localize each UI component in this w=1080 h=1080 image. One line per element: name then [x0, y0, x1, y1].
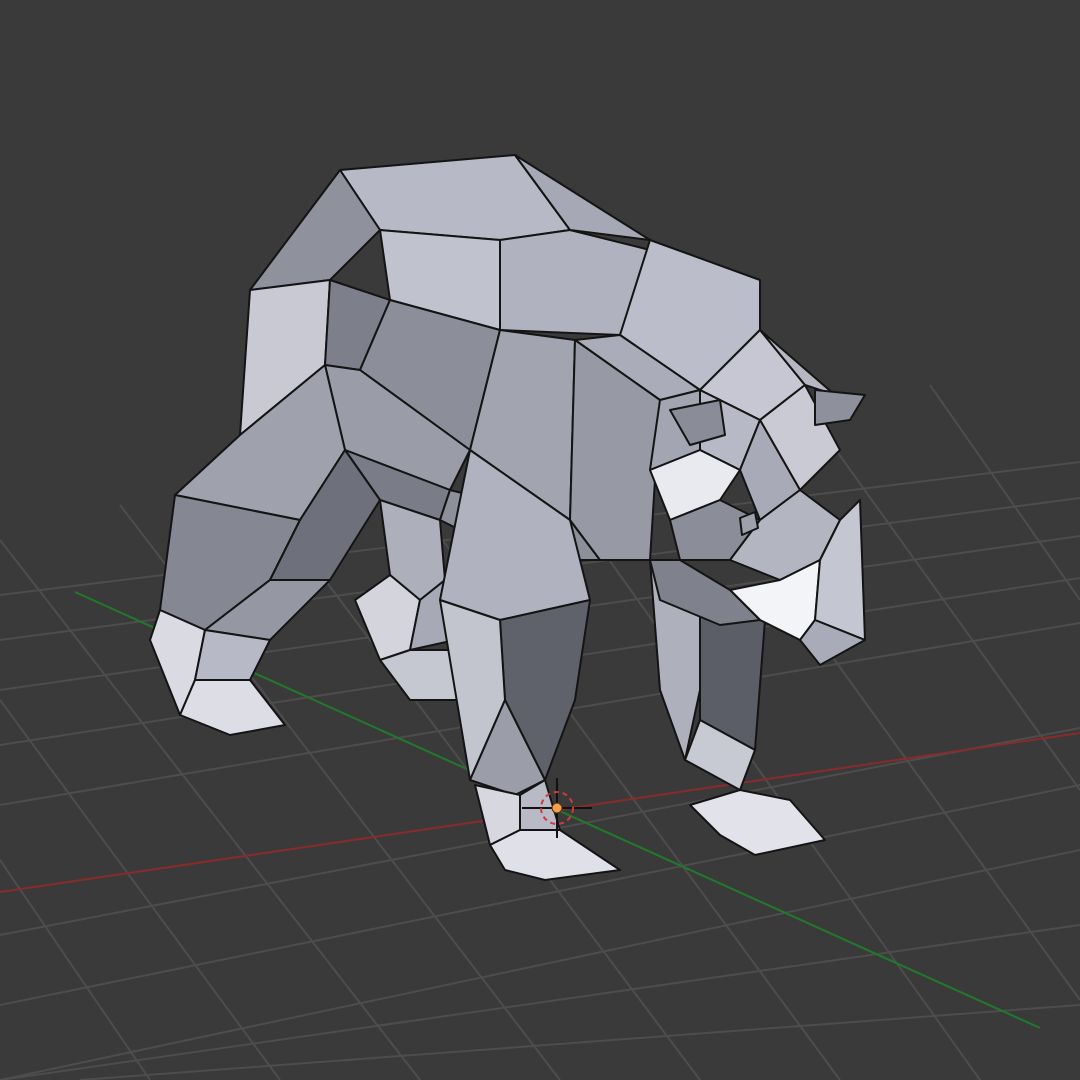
bear-front-right-paw-face [689, 789, 826, 856]
3d-cursor-center [551, 802, 563, 814]
bear-mesh[interactable] [149, 154, 866, 881]
bear-right-ear-face [814, 389, 866, 426]
viewport-canvas[interactable] [0, 0, 1080, 1080]
bear-front-left-paw-face [489, 829, 621, 881]
bear-back-left-paw-face [194, 629, 271, 681]
3d-viewport[interactable] [0, 0, 1080, 1080]
bear-back-left-paw-face [179, 679, 286, 736]
bear-back-right-paw-face [379, 649, 461, 701]
